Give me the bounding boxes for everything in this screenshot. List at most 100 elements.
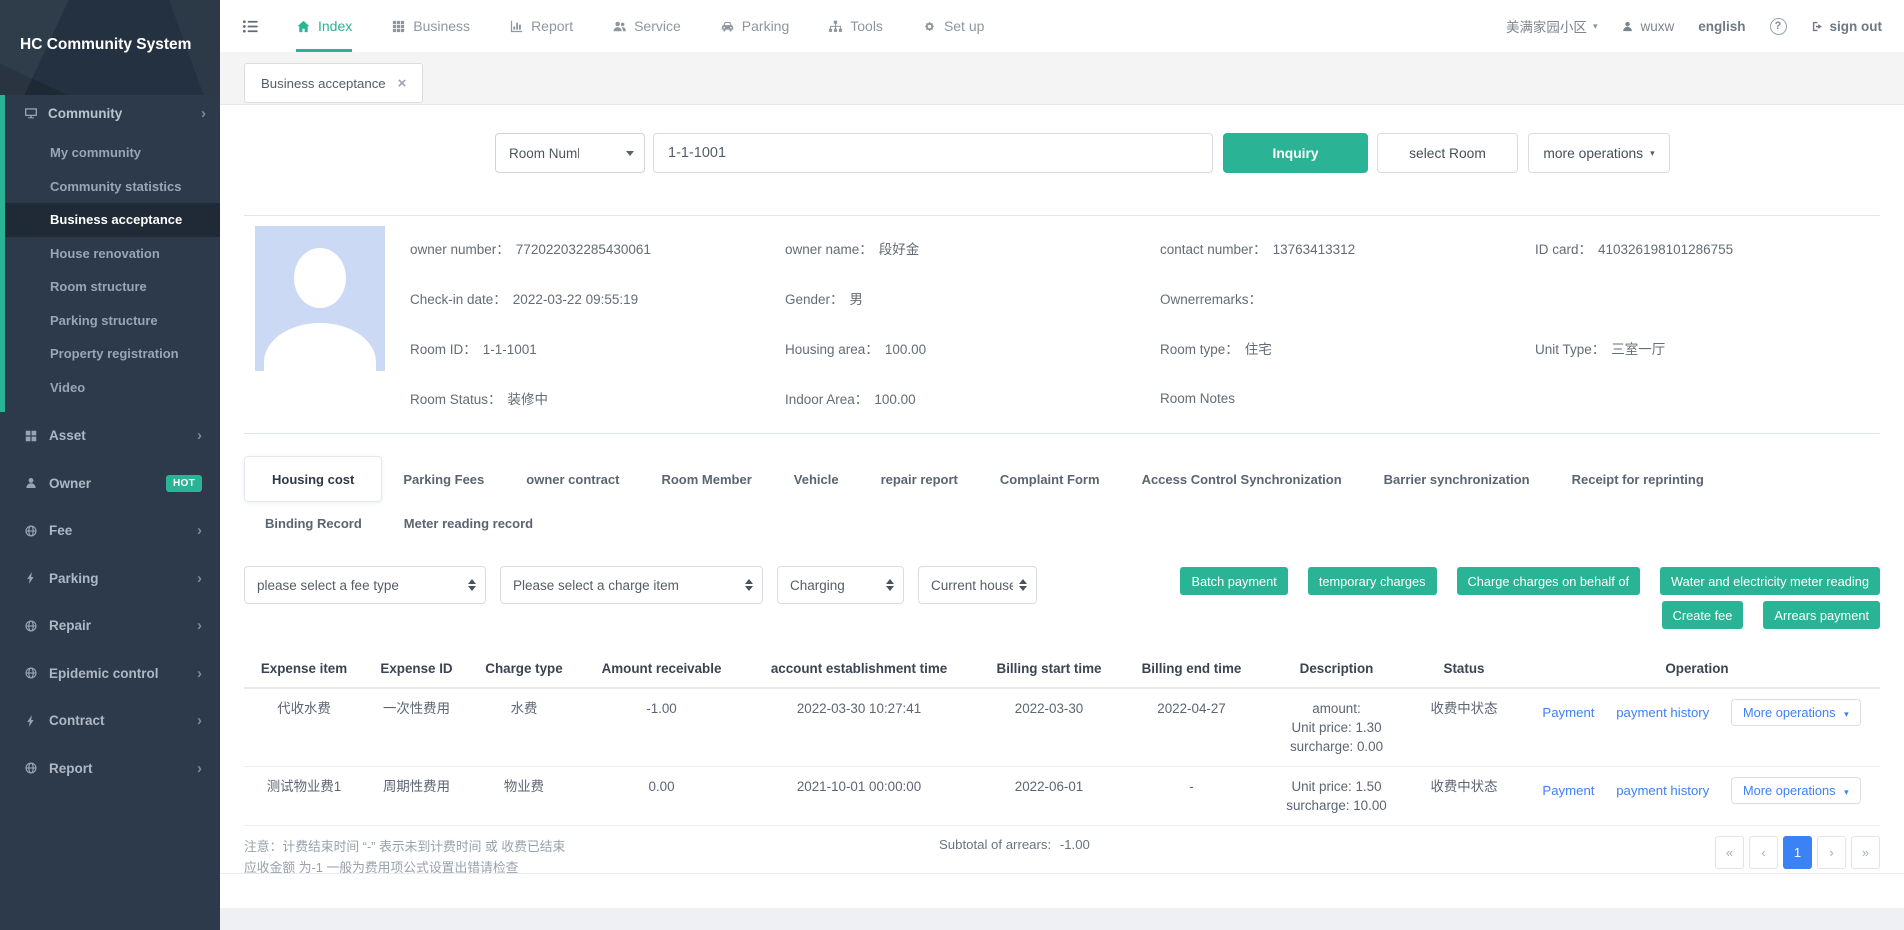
page-1-button[interactable]: 1 bbox=[1783, 836, 1812, 869]
sidebar-item-video[interactable]: Video bbox=[5, 371, 220, 405]
grid4-icon bbox=[24, 429, 38, 443]
cell-charge-type: 水费 bbox=[469, 688, 579, 767]
chevron-right-icon: › bbox=[197, 761, 202, 776]
sidebar-item-community[interactable]: Community › bbox=[5, 95, 220, 131]
cell-amount: 0.00 bbox=[579, 767, 744, 826]
detail-tab-binding-record[interactable]: Binding Record bbox=[244, 502, 383, 544]
owner-field-row: Room Status：装修中Indoor Area：100.00Room No… bbox=[410, 388, 1880, 408]
filter-select-3[interactable]: Charging bbox=[777, 566, 904, 604]
sidebar-item-parking-structure[interactable]: Parking structure bbox=[5, 304, 220, 338]
gear-icon bbox=[922, 19, 937, 34]
detail-tab-complaint-form[interactable]: Complaint Form bbox=[979, 456, 1121, 502]
prev-page-button[interactable]: ‹ bbox=[1749, 836, 1778, 869]
current-user[interactable]: wuxw bbox=[1621, 19, 1674, 34]
community-selector[interactable]: 美满家园小区 ▾ bbox=[1506, 16, 1598, 36]
sidebar-section-fee[interactable]: Fee› bbox=[0, 507, 220, 555]
room-number-input[interactable] bbox=[653, 133, 1213, 173]
sidebar-section-owner[interactable]: OwnerHOT bbox=[0, 460, 220, 508]
sidebar-item-business-acceptance[interactable]: Business acceptance bbox=[5, 203, 220, 237]
detail-tab-repair-report[interactable]: repair report bbox=[860, 456, 979, 502]
charge-charges-on-behalf-of-button[interactable]: Charge charges on behalf of bbox=[1457, 567, 1641, 595]
sidebar-section-repair[interactable]: Repair› bbox=[0, 602, 220, 650]
detail-tab-room-member[interactable]: Room Member bbox=[640, 456, 772, 502]
detail-tab-vehicle[interactable]: Vehicle bbox=[773, 456, 860, 502]
user-icon bbox=[1621, 20, 1634, 33]
next-page-button[interactable]: › bbox=[1817, 836, 1846, 869]
col-expense-item: Expense item bbox=[244, 652, 364, 688]
field-value: 段好金 bbox=[879, 242, 920, 257]
topnav-item-business[interactable]: Business bbox=[391, 0, 470, 52]
sidebar-item-house-renovation[interactable]: House renovation bbox=[5, 237, 220, 271]
payment-link[interactable]: Payment bbox=[1542, 705, 1594, 720]
user-icon bbox=[24, 476, 38, 490]
display-icon bbox=[24, 106, 38, 120]
arrears-payment-button[interactable]: Arrears payment bbox=[1763, 601, 1880, 629]
sidebar-item-community-statistics[interactable]: Community statistics bbox=[5, 170, 220, 204]
topnav-item-index[interactable]: Index bbox=[296, 0, 352, 52]
topnav-item-report[interactable]: Report bbox=[509, 0, 573, 52]
more-operations-button[interactable]: More operations ▾ bbox=[1731, 777, 1861, 804]
detail-tab-barrier-synchronization[interactable]: Barrier synchronization bbox=[1363, 456, 1551, 502]
more-operations-button[interactable]: More operations ▾ bbox=[1731, 699, 1861, 726]
caret-down-icon: ▾ bbox=[1844, 709, 1849, 719]
more-operations-label: More operations bbox=[1743, 705, 1835, 720]
sidebar-section-parking[interactable]: Parking› bbox=[0, 555, 220, 603]
col-billing-start-time: Billing start time bbox=[974, 652, 1124, 688]
field-label: Housing area： bbox=[785, 342, 879, 357]
table-row: 测试物业费1 周期性费用 物业费 0.00 2021-10-01 00:00:0… bbox=[244, 767, 1880, 826]
home-icon bbox=[296, 19, 311, 34]
globe-icon bbox=[24, 761, 38, 775]
detail-tab-parking-fees[interactable]: Parking Fees bbox=[382, 456, 505, 502]
signout-button[interactable]: sign out bbox=[1811, 19, 1883, 34]
menu-toggle[interactable] bbox=[241, 17, 260, 36]
create-fee-button[interactable]: Create fee bbox=[1662, 601, 1744, 629]
owner-field-room-status: Room Status：装修中 bbox=[410, 388, 785, 408]
filter-select-4[interactable]: Current house bbox=[918, 566, 1037, 604]
first-page-button[interactable]: « bbox=[1715, 836, 1744, 869]
field-value: 男 bbox=[850, 292, 864, 307]
detail-tab-receipt-for-reprinting[interactable]: Receipt for reprinting bbox=[1551, 456, 1725, 502]
filter-select-2[interactable]: Please select a charge item bbox=[500, 566, 763, 604]
field-value: 410326198101286755 bbox=[1598, 242, 1733, 257]
sidebar-section-report[interactable]: Report› bbox=[0, 745, 220, 793]
help-button[interactable]: ? bbox=[1770, 18, 1787, 35]
payment-link[interactable]: Payment bbox=[1542, 783, 1594, 798]
topnav-item-parking[interactable]: Parking bbox=[720, 0, 789, 52]
sidebar-item-room-structure[interactable]: Room structure bbox=[5, 270, 220, 304]
close-icon[interactable]: × bbox=[398, 76, 407, 91]
water-and-electricity-meter-reading-button[interactable]: Water and electricity meter reading bbox=[1660, 567, 1880, 595]
sidebar-item-property-registration[interactable]: Property registration bbox=[5, 337, 220, 371]
last-page-button[interactable]: » bbox=[1851, 836, 1880, 869]
topnav-item-service[interactable]: Service bbox=[612, 0, 681, 52]
content-panel: Room Number Inquiry select Room more ope… bbox=[220, 105, 1904, 908]
filter-select-1[interactable]: please select a fee type bbox=[244, 566, 486, 604]
more-operations-dropdown[interactable]: more operations ▾ bbox=[1528, 133, 1670, 173]
detail-tab-access-control-synchronization[interactable]: Access Control Synchronization bbox=[1121, 456, 1363, 502]
temporary-charges-button[interactable]: temporary charges bbox=[1308, 567, 1437, 595]
inquiry-button[interactable]: Inquiry bbox=[1223, 133, 1368, 173]
col-description: Description bbox=[1259, 652, 1414, 688]
search-type-select[interactable]: Room Number bbox=[495, 133, 645, 173]
field-label: owner number： bbox=[410, 242, 510, 257]
cell-amount: -1.00 bbox=[579, 688, 744, 767]
current-user-label: wuxw bbox=[1640, 19, 1674, 34]
payment-history-link[interactable]: payment history bbox=[1616, 783, 1709, 798]
detail-tab-meter-reading-record[interactable]: Meter reading record bbox=[383, 502, 554, 544]
tab-business-acceptance[interactable]: Business acceptance × bbox=[244, 63, 423, 103]
topbar-right: 美满家园小区 ▾ wuxw english ? sign out bbox=[1506, 16, 1904, 36]
batch-payment-button[interactable]: Batch payment bbox=[1180, 567, 1287, 595]
sidebar-section-asset[interactable]: Asset› bbox=[0, 412, 220, 460]
owner-field-row: Room ID：1-1-1001Housing area：100.00Room … bbox=[410, 338, 1880, 358]
chevron-right-icon: › bbox=[197, 428, 202, 443]
detail-tab-housing-cost[interactable]: Housing cost bbox=[244, 456, 382, 502]
payment-history-link[interactable]: payment history bbox=[1616, 705, 1709, 720]
topnav-item-set-up[interactable]: Set up bbox=[922, 0, 984, 52]
language-switch[interactable]: english bbox=[1698, 19, 1745, 34]
select-room-button[interactable]: select Room bbox=[1377, 133, 1518, 173]
sidebar-item-my-community[interactable]: My community bbox=[5, 136, 220, 170]
topnav-item-tools[interactable]: Tools bbox=[828, 0, 883, 52]
sidebar-section-contract[interactable]: Contract› bbox=[0, 697, 220, 745]
sidebar-section-epidemic-control[interactable]: Epidemic control› bbox=[0, 650, 220, 698]
detail-tab-owner-contract[interactable]: owner contract bbox=[505, 456, 640, 502]
field-value: 三室一厅 bbox=[1611, 342, 1665, 357]
